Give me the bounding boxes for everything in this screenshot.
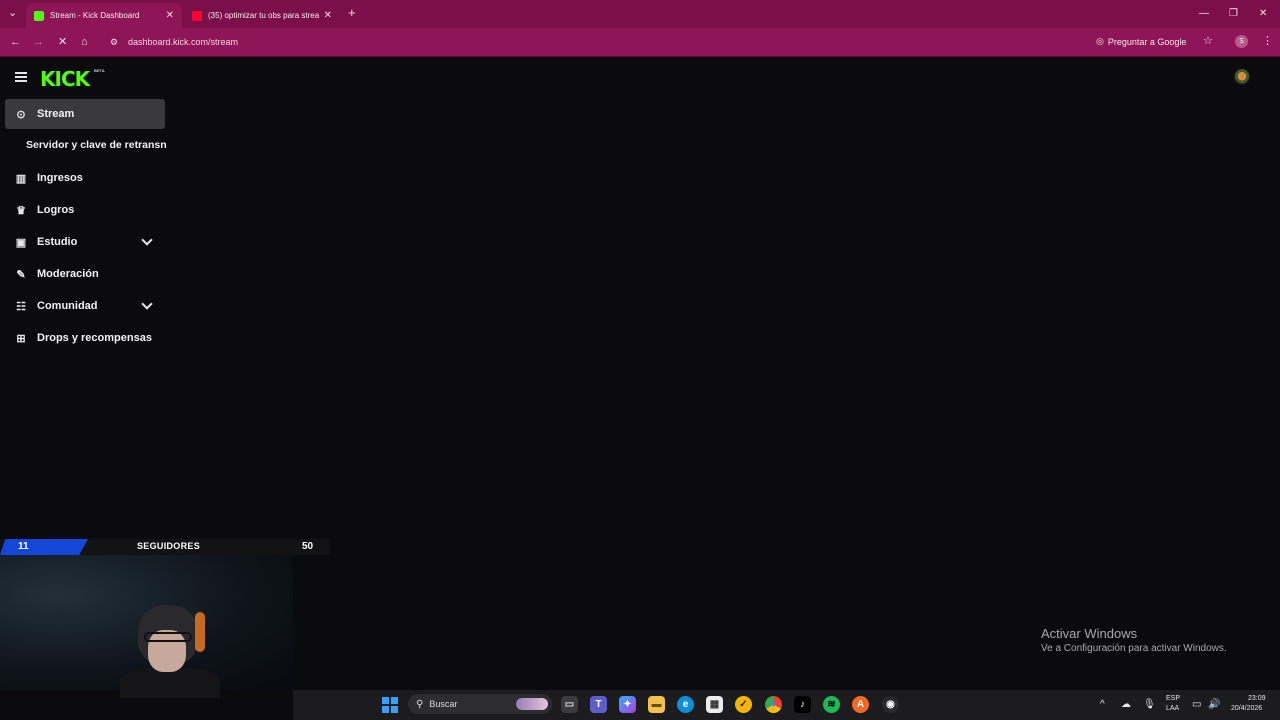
- keyboard-layout[interactable]: LAA: [1166, 705, 1179, 712]
- people-icon: ☷: [16, 300, 26, 313]
- tab-title: Stream - Kick Dashboard: [50, 11, 140, 20]
- obs-icon[interactable]: ◉: [882, 696, 899, 713]
- stop-loading-icon[interactable]: ✕: [58, 37, 67, 48]
- tab-youtube[interactable]: (35) optimizar tu obs para strea ✕: [184, 3, 340, 28]
- bookmark-star-icon[interactable]: ☆: [1203, 36, 1213, 47]
- profile-avatar[interactable]: S: [1235, 35, 1248, 48]
- broadcast-icon: ⊙: [16, 108, 26, 121]
- sidebar-item-label: Drops y recompensas: [37, 332, 152, 344]
- chevron-down-icon[interactable]: [141, 234, 153, 246]
- sidebar-item-label: Comunidad: [37, 300, 98, 312]
- ask-google-button[interactable]: ◎ Preguntar a Google: [1096, 36, 1186, 47]
- restore-icon[interactable]: ❐: [1229, 8, 1238, 19]
- sidebar-item-ingresos[interactable]: ▥ Ingresos: [5, 163, 165, 193]
- webcam-glasses: [144, 632, 192, 642]
- minimize-icon[interactable]: —: [1199, 8, 1209, 19]
- spotify-icon[interactable]: ≋: [823, 696, 840, 713]
- copilot-icon[interactable]: ✦: [619, 696, 636, 713]
- sidebar-item-drops[interactable]: ⊞ Drops y recompensas: [5, 323, 165, 353]
- followers-goal: 50: [302, 541, 314, 552]
- user-avatar[interactable]: [1234, 69, 1250, 85]
- search-label: Buscar: [429, 699, 458, 709]
- kick-logo[interactable]: KICK: [40, 67, 90, 91]
- activate-windows-subtitle: Ve a Configuración para activar Windows.: [1041, 643, 1227, 654]
- home-icon[interactable]: ⌂: [81, 37, 88, 48]
- sidebar-item-moderacion[interactable]: ✎ Moderación: [5, 259, 165, 289]
- hamburger-menu-icon[interactable]: [15, 72, 27, 82]
- chrome-icon[interactable]: ●: [765, 696, 782, 713]
- sidebar-item-label: Moderación: [37, 268, 99, 280]
- edge-icon[interactable]: e: [677, 696, 694, 713]
- ask-google-label: Preguntar a Google: [1107, 36, 1187, 47]
- windows-start-icon[interactable]: [382, 697, 398, 713]
- sidebar-item-label: Logros: [37, 204, 75, 216]
- language-code[interactable]: ESP: [1166, 695, 1180, 702]
- sidebar-item-label: Ingresos: [37, 172, 83, 184]
- tray-app-icon[interactable]: ☁: [1121, 699, 1131, 710]
- store-icon[interactable]: ▦: [706, 696, 723, 713]
- new-tab-button[interactable]: +: [348, 6, 356, 19]
- taskbar-search[interactable]: ⚲ Buscar: [408, 694, 552, 714]
- sidebar-item-comunidad[interactable]: ☷ Comunidad: [5, 291, 165, 321]
- followers-label: SEGUIDORES: [137, 541, 201, 551]
- forward-icon[interactable]: →: [33, 37, 44, 48]
- teams-icon[interactable]: T: [590, 696, 607, 713]
- search-icon: ⚲: [416, 698, 424, 710]
- more-menu-icon[interactable]: ⋮: [1262, 36, 1273, 47]
- close-tab-icon[interactable]: ✕: [166, 10, 174, 21]
- followers-current: 11: [18, 541, 29, 552]
- close-window-icon[interactable]: ✕: [1259, 8, 1267, 19]
- file-explorer-icon[interactable]: ▬: [648, 696, 665, 713]
- tray-overflow-icon[interactable]: ^: [1100, 699, 1105, 710]
- sidebar-item-stream[interactable]: ⊙ Stream: [5, 99, 165, 129]
- drops-icon: ⊞: [16, 332, 26, 345]
- wrench-icon: ✎: [16, 268, 26, 281]
- chevron-down-icon[interactable]: [141, 298, 153, 310]
- tab-search-icon[interactable]: ⌄: [8, 8, 17, 19]
- clock-time[interactable]: 23:09: [1248, 695, 1266, 702]
- sidebar-item-logros[interactable]: ♛ Logros: [5, 195, 165, 225]
- url-input[interactable]: dashboard.kick.com/stream: [128, 37, 238, 47]
- sidebar-subitem-stream-key[interactable]: Servidor y clave de retransn: [26, 139, 167, 151]
- close-tab-icon[interactable]: ✕: [324, 10, 332, 21]
- clock-date[interactable]: 20/4/2026: [1231, 705, 1262, 712]
- tiktok-icon[interactable]: ♪: [794, 696, 811, 713]
- app-orange-icon[interactable]: A: [852, 696, 869, 713]
- sidebar-item-estudio[interactable]: ▣ Estudio: [5, 227, 165, 257]
- tab-title: (35) optimizar tu obs para strea: [208, 11, 320, 20]
- network-icon[interactable]: ▭: [1192, 699, 1201, 710]
- kick-favicon-icon: [34, 10, 44, 21]
- tab-kick-dashboard[interactable]: Stream - Kick Dashboard ✕: [26, 3, 182, 28]
- site-settings-icon[interactable]: ⚙: [110, 37, 118, 48]
- task-view-icon[interactable]: ▭: [561, 696, 578, 713]
- volume-icon[interactable]: 🔊: [1208, 699, 1220, 710]
- follower-progress-fill: [0, 539, 88, 555]
- google-lens-icon: ◎: [1096, 36, 1104, 46]
- webcam-person-body: [120, 668, 220, 698]
- studio-icon: ▣: [15, 236, 27, 249]
- youtube-favicon-icon: [192, 10, 202, 21]
- activate-windows-title: Activar Windows: [1041, 626, 1138, 641]
- beta-badge: BETA: [94, 68, 105, 73]
- microphone-icon[interactable]: 🎙: [1143, 699, 1156, 710]
- sidebar-item-label: Estudio: [37, 236, 78, 248]
- sidebar-item-label: Stream: [37, 108, 75, 120]
- trophy-icon: ♛: [16, 204, 26, 217]
- back-icon[interactable]: ←: [10, 37, 21, 48]
- search-highlight-image: [516, 698, 548, 710]
- chart-icon: ▥: [15, 172, 27, 185]
- norton-icon[interactable]: ✓: [735, 696, 752, 713]
- webcam-headset: [195, 612, 205, 652]
